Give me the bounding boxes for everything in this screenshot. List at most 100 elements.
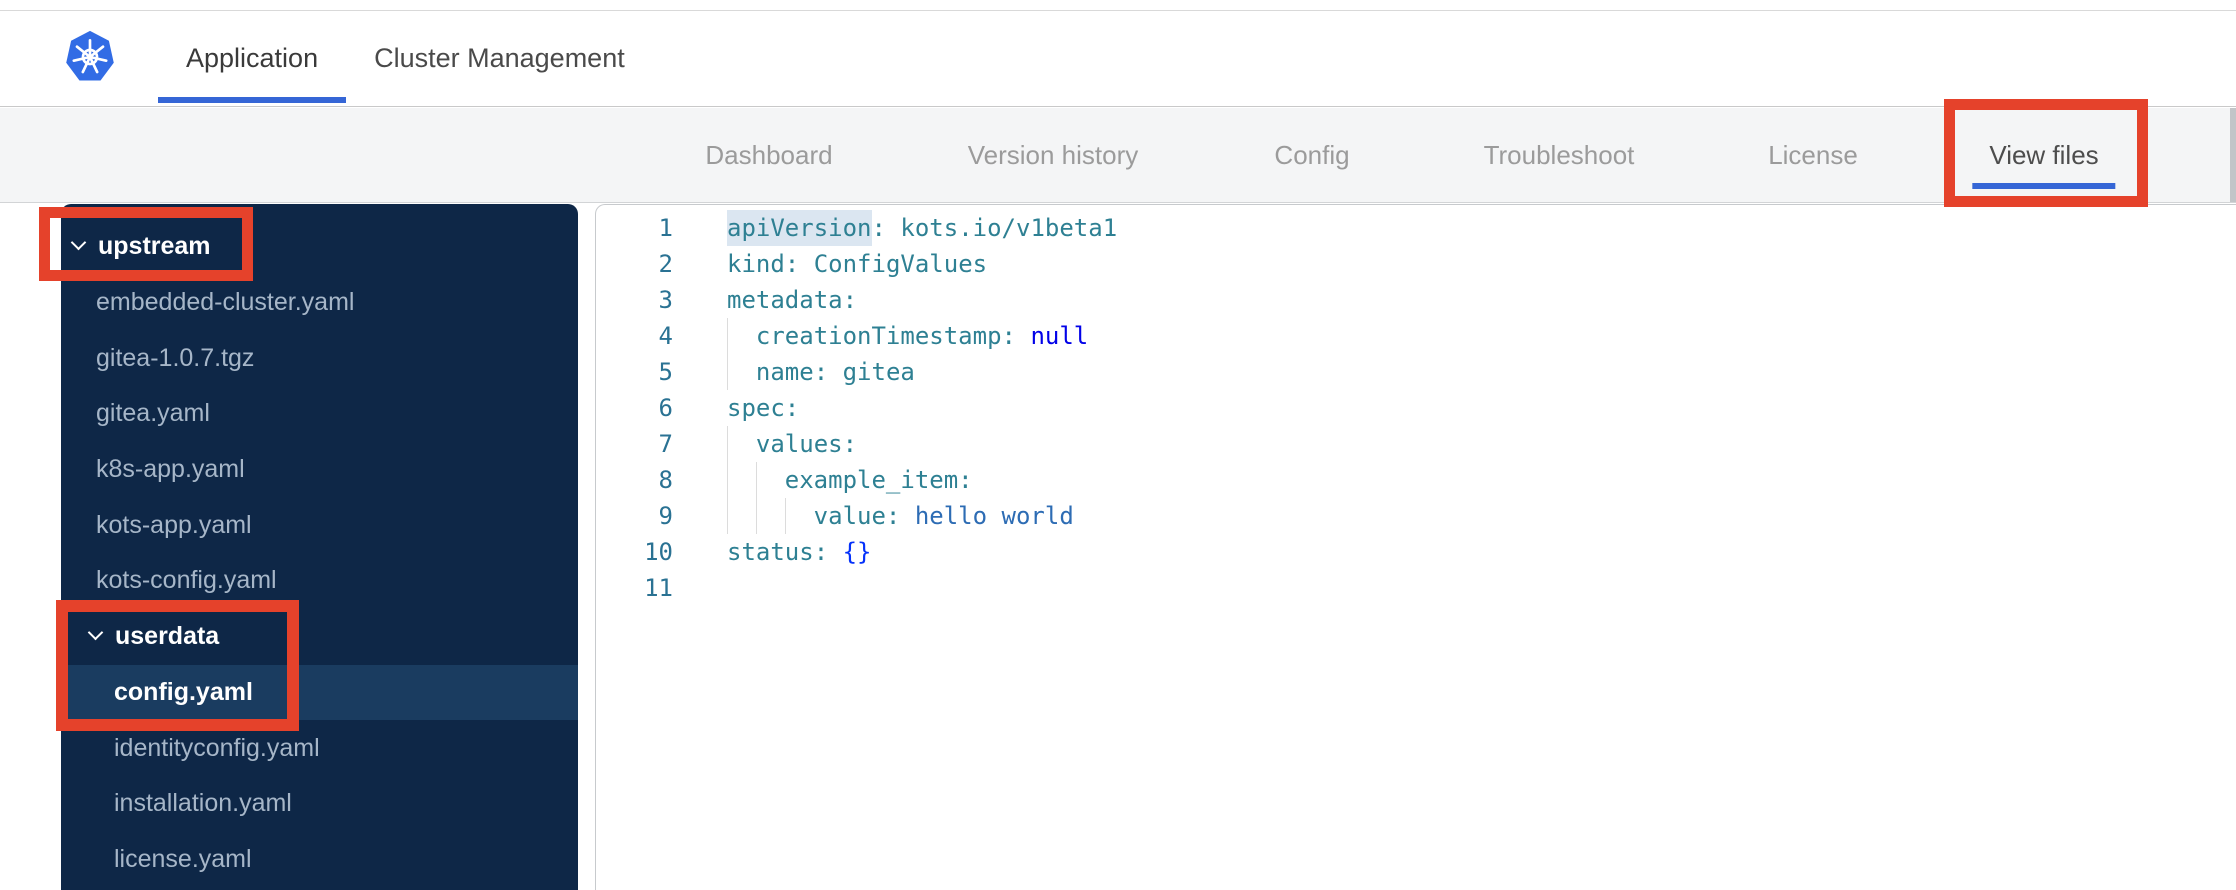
nav-tab-version-history[interactable]: Version history bbox=[968, 108, 1139, 202]
code-token: spec bbox=[727, 394, 785, 422]
code-token: : bbox=[842, 430, 858, 458]
code-text: example_item: bbox=[727, 462, 973, 498]
code-line-9[interactable]: 9 value: hello world bbox=[596, 498, 2236, 534]
header-tab-application[interactable]: Application bbox=[158, 11, 347, 106]
code-line-5[interactable]: 5 name: gitea bbox=[596, 354, 2236, 390]
browser-scrollbar-thumb[interactable] bbox=[2230, 108, 2236, 202]
nav-tab-label: License bbox=[1768, 139, 1858, 170]
code-token: gitea bbox=[842, 358, 915, 386]
line-number: 8 bbox=[658, 466, 673, 494]
tree-item-label: license.yaml bbox=[114, 844, 252, 873]
code-token: example_item bbox=[784, 466, 959, 494]
folder-upstream[interactable]: upstream bbox=[61, 219, 578, 275]
code-token: : bbox=[813, 538, 843, 566]
code-token: {} bbox=[842, 538, 872, 566]
nav-tab-label: Config bbox=[1274, 139, 1350, 170]
code-line-11[interactable]: 11 bbox=[596, 570, 2236, 606]
file-license-yaml[interactable]: license.yaml bbox=[61, 832, 578, 888]
file-kots-config-yaml[interactable]: kots-config.yaml bbox=[61, 553, 578, 609]
code-token: : bbox=[871, 214, 901, 242]
code-text: creationTimestamp: null bbox=[727, 318, 1088, 354]
indent-guide bbox=[727, 462, 756, 498]
code-line-10[interactable]: 10 status: {} bbox=[596, 534, 2236, 570]
nav-tab-license[interactable]: License bbox=[1768, 108, 1858, 202]
code-token: : bbox=[885, 502, 915, 530]
line-number: 10 bbox=[644, 538, 673, 566]
active-tab-underline bbox=[158, 97, 347, 103]
indent-guide bbox=[727, 354, 756, 390]
indent-guide bbox=[784, 498, 814, 534]
code-text: kind: ConfigValues bbox=[727, 246, 987, 282]
file-identityconfig-yaml[interactable]: identityconfig.yaml bbox=[61, 720, 578, 776]
header-tab-cluster-management[interactable]: Cluster Management bbox=[346, 11, 653, 106]
code-line-1[interactable]: 1 apiVersion: kots.io/v1beta1 bbox=[596, 210, 2236, 246]
file-gitea-1-0-7-tgz[interactable]: gitea-1.0.7.tgz bbox=[61, 330, 578, 386]
file-gitea-yaml[interactable]: gitea.yaml bbox=[61, 386, 578, 442]
line-number: 6 bbox=[658, 394, 673, 422]
indent-guide bbox=[727, 318, 756, 354]
tree-item-label: kots-config.yaml bbox=[96, 566, 277, 595]
code-token: : bbox=[1001, 322, 1031, 350]
file-installation-yaml[interactable]: installation.yaml bbox=[61, 776, 578, 832]
line-number: 5 bbox=[658, 358, 673, 386]
active-nav-underline bbox=[1972, 183, 2116, 189]
file-kots-app-yaml[interactable]: kots-app.yaml bbox=[61, 497, 578, 553]
primary-tab-bar: Application Cluster Management bbox=[158, 11, 653, 106]
header-tab-label: Cluster Management bbox=[374, 43, 625, 73]
tree-item-label: identityconfig.yaml bbox=[114, 733, 320, 762]
tree-item-label: gitea.yaml bbox=[96, 399, 210, 428]
code-token: : bbox=[958, 466, 973, 494]
nav-tab-label: Dashboard bbox=[705, 139, 833, 170]
code-line-7[interactable]: 7 values: bbox=[596, 426, 2236, 462]
line-number: 3 bbox=[658, 286, 673, 314]
code-token: kots.io/v1beta1 bbox=[900, 214, 1118, 242]
code-token: null bbox=[1030, 322, 1089, 350]
code-token: : bbox=[784, 250, 814, 278]
application-nav-bar: Dashboard Version history Config Troublesho… bbox=[0, 108, 2236, 203]
helm-wheel-icon bbox=[72, 39, 108, 74]
tree-item-label: userdata bbox=[115, 622, 220, 651]
nav-tab-troubleshoot[interactable]: Troubleshoot bbox=[1484, 108, 1635, 202]
nav-tab-view-files[interactable]: View files bbox=[1972, 108, 2116, 202]
file-embedded-cluster-yaml[interactable]: embedded-cluster.yaml bbox=[61, 275, 578, 331]
line-number: 2 bbox=[658, 250, 673, 278]
indent-guide bbox=[755, 498, 785, 534]
code-token: creationTimestamp bbox=[755, 322, 1002, 350]
line-number: 11 bbox=[644, 574, 673, 602]
nav-tab-config[interactable]: Config bbox=[1274, 108, 1349, 202]
file-config-yaml[interactable]: config.yaml bbox=[61, 664, 578, 721]
code-token: value bbox=[813, 502, 886, 530]
tree-item-label: kots-app.yaml bbox=[96, 510, 252, 539]
indent-guide bbox=[755, 462, 785, 498]
nav-tab-label: Version history bbox=[967, 139, 1139, 170]
nav-tab-dashboard[interactable]: Dashboard bbox=[705, 108, 832, 202]
code-text: spec: bbox=[727, 390, 799, 426]
code-text: name: gitea bbox=[727, 354, 915, 390]
code-line-2[interactable]: 2 kind: ConfigValues bbox=[596, 246, 2236, 282]
chevron-down-icon bbox=[71, 236, 86, 251]
code-token: : bbox=[784, 394, 800, 422]
app-header: Application Cluster Management bbox=[0, 11, 2236, 107]
code-line-4[interactable]: 4 creationTimestamp: null bbox=[596, 318, 2236, 354]
code-token: : bbox=[813, 358, 843, 386]
code-token: hello world bbox=[914, 502, 1074, 530]
file-k8s-app-yaml[interactable]: k8s-app.yaml bbox=[61, 442, 578, 498]
code-line-3[interactable]: 3 metadata: bbox=[596, 282, 2236, 318]
tree-item-label: embedded-cluster.yaml bbox=[96, 288, 355, 317]
line-number: 9 bbox=[658, 502, 673, 530]
yaml-code-editor[interactable]: 1 apiVersion: kots.io/v1beta1 2 kind: Confi… bbox=[595, 204, 2236, 890]
kubernetes-logo-icon[interactable] bbox=[66, 30, 114, 81]
code-line-8[interactable]: 8 example_item: bbox=[596, 462, 2236, 498]
code-token: : bbox=[842, 286, 858, 314]
line-number: 7 bbox=[658, 430, 673, 458]
code-token: kind bbox=[727, 250, 785, 278]
code-line-6[interactable]: 6 spec: bbox=[596, 390, 2236, 426]
indent-guide bbox=[727, 426, 756, 462]
code-text: metadata: bbox=[727, 282, 857, 318]
kots-admin-console: Application Cluster Management Dashboard V… bbox=[0, 0, 2236, 890]
folder-userdata[interactable]: userdata bbox=[61, 609, 578, 665]
code-token: name bbox=[755, 358, 814, 386]
code-token: apiVersion bbox=[727, 210, 872, 246]
nav-tab-label: View files bbox=[1989, 139, 2099, 170]
chevron-down-icon bbox=[88, 626, 103, 641]
